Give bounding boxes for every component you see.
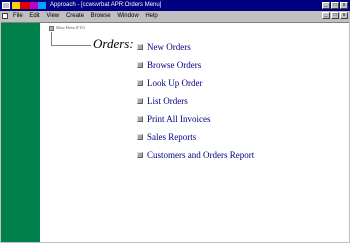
main-menu-label: Main Menu (F10) bbox=[56, 25, 85, 30]
option-button-icon[interactable] bbox=[137, 152, 143, 158]
main-menu-icon bbox=[49, 25, 54, 31]
page-title: Orders: bbox=[93, 36, 134, 51]
green-sidebar bbox=[1, 23, 40, 242]
option-button-icon[interactable] bbox=[137, 62, 143, 68]
option-label: Customers and Orders Report bbox=[147, 150, 255, 160]
divider-horizontal bbox=[51, 45, 91, 46]
logo-strip-icon bbox=[12, 2, 46, 9]
menu-help[interactable]: Help bbox=[145, 11, 157, 21]
divider-vertical bbox=[51, 32, 52, 45]
form-area: Main Menu (F10) Orders: New Orders Brows… bbox=[1, 22, 349, 242]
app-icon[interactable] bbox=[2, 2, 10, 9]
option-button-icon[interactable] bbox=[137, 44, 143, 50]
maximize-button[interactable]: □ bbox=[331, 2, 339, 9]
window-controls: _ □ x bbox=[321, 2, 348, 9]
main-menu-button[interactable]: Main Menu (F10) bbox=[49, 25, 85, 31]
menu-bar: File Edit View Create Browse Window Help… bbox=[0, 11, 350, 21]
option-button-icon[interactable] bbox=[137, 116, 143, 122]
close-button[interactable]: x bbox=[340, 2, 348, 9]
document-window-controls: _ □ x bbox=[321, 12, 348, 19]
title-bar: Approach - [ccwsvrbat APR:Orders Menu] _… bbox=[0, 0, 350, 11]
menu-view[interactable]: View bbox=[46, 11, 59, 21]
option-label: Print All Invoices bbox=[147, 114, 211, 124]
menu-create[interactable]: Create bbox=[66, 11, 84, 21]
minimize-button[interactable]: _ bbox=[322, 2, 330, 9]
doc-restore-button[interactable]: □ bbox=[331, 12, 339, 19]
option-label: Look Up Order bbox=[147, 78, 203, 88]
option-label: New Orders bbox=[147, 42, 191, 52]
menu-edit[interactable]: Edit bbox=[29, 11, 39, 21]
option-button-icon[interactable] bbox=[137, 98, 143, 104]
doc-minimize-button[interactable]: _ bbox=[322, 12, 330, 19]
option-label: List Orders bbox=[147, 96, 188, 106]
option-button-icon[interactable] bbox=[137, 134, 143, 140]
window-title: Approach - [ccwsvrbat APR:Orders Menu] bbox=[50, 2, 162, 8]
doc-close-button[interactable]: x bbox=[340, 12, 348, 19]
menu-browse[interactable]: Browse bbox=[91, 11, 111, 21]
option-label: Sales Reports bbox=[147, 132, 197, 142]
app-window: Approach - [ccwsvrbat APR:Orders Menu] _… bbox=[0, 0, 350, 243]
option-label: Browse Orders bbox=[147, 60, 202, 70]
menu-window[interactable]: Window bbox=[117, 11, 138, 21]
document-icon[interactable] bbox=[2, 13, 8, 19]
menu-file[interactable]: File bbox=[13, 11, 23, 21]
option-button-icon[interactable] bbox=[137, 80, 143, 86]
